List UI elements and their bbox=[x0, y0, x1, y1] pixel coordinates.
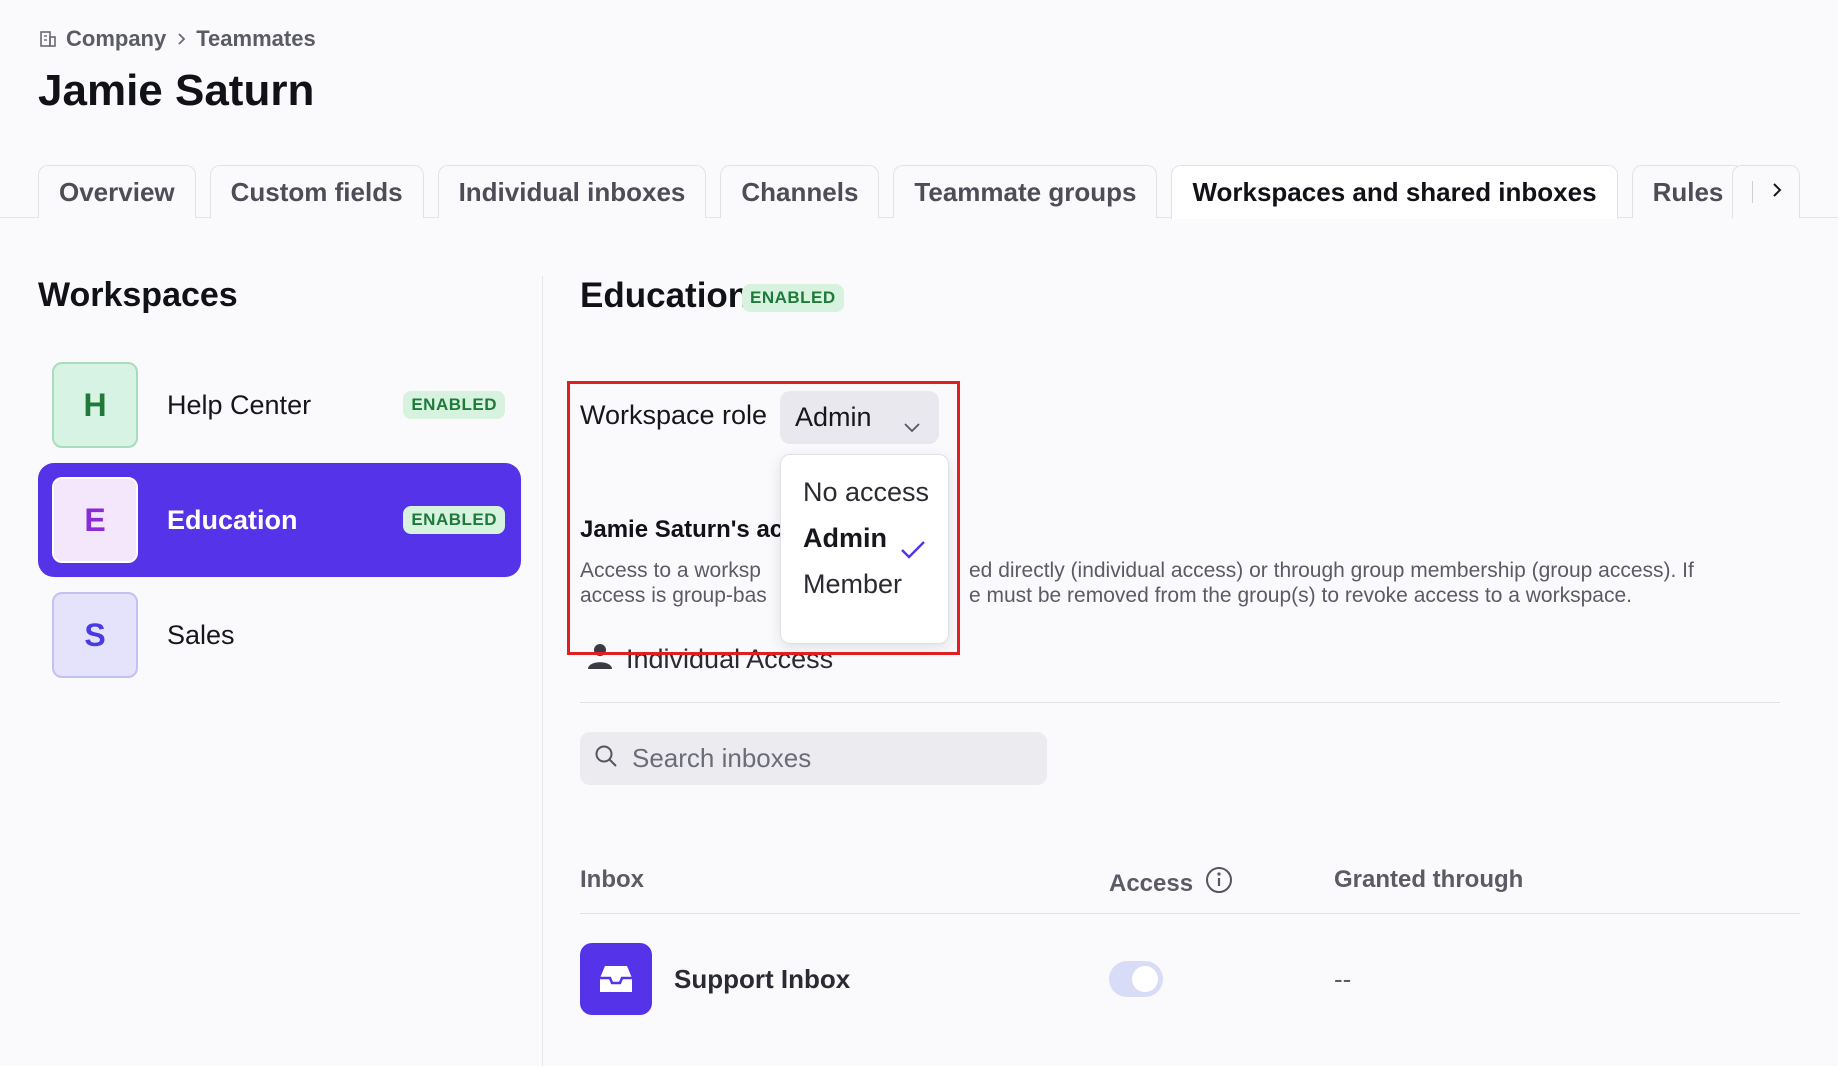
tab-overview[interactable]: Overview bbox=[38, 165, 196, 218]
workspace-avatar: S bbox=[52, 592, 138, 678]
highlight-box bbox=[567, 381, 960, 655]
workspace-item-sales[interactable]: S Sales bbox=[38, 578, 521, 692]
search-icon bbox=[594, 744, 618, 773]
page-title: Jamie Saturn bbox=[38, 66, 315, 115]
workspace-avatar: H bbox=[52, 362, 138, 448]
workspace-name: Help Center bbox=[167, 389, 312, 420]
tab-rules[interactable]: Rules bbox=[1631, 165, 1745, 218]
column-header-granted-label: Granted through bbox=[1334, 866, 1524, 893]
building-icon bbox=[38, 29, 58, 49]
column-header-access: Access bbox=[1109, 866, 1233, 901]
search-input[interactable] bbox=[632, 743, 1032, 774]
workspace-item-education[interactable]: E Education ENABLED bbox=[38, 463, 521, 577]
panel-divider bbox=[542, 276, 543, 1066]
tab-scroll-next-button[interactable] bbox=[1732, 165, 1800, 218]
tab-bar: Overview Custom fields Individual inboxe… bbox=[38, 165, 1745, 219]
column-header-access-label: Access bbox=[1109, 869, 1194, 897]
workspace-avatar: E bbox=[52, 477, 138, 563]
table-header-divider bbox=[580, 913, 1800, 914]
tab-teammate-groups[interactable]: Teammate groups bbox=[893, 165, 1158, 218]
chevron-right-icon bbox=[174, 32, 188, 46]
info-icon[interactable] bbox=[1205, 866, 1233, 901]
status-badge: ENABLED bbox=[742, 284, 844, 312]
access-desc-line1-end: ed directly (individual access) or throu… bbox=[969, 559, 1694, 582]
tab-workspaces-shared-inboxes[interactable]: Workspaces and shared inboxes bbox=[1171, 165, 1618, 219]
column-header-inbox: Inbox bbox=[580, 866, 644, 894]
breadcrumb-teammates[interactable]: Teammates bbox=[196, 26, 315, 52]
section-divider bbox=[580, 702, 1780, 703]
breadcrumb: Company Teammates bbox=[38, 26, 316, 52]
breadcrumb-company[interactable]: Company bbox=[66, 26, 166, 52]
tab-separator bbox=[1752, 181, 1753, 203]
inbox-icon bbox=[580, 943, 652, 1015]
tab-channels[interactable]: Channels bbox=[720, 165, 880, 218]
access-desc-line2-end: e must be removed from the group(s) to r… bbox=[969, 584, 1632, 607]
status-badge: ENABLED bbox=[403, 506, 505, 534]
workspace-item-help-center[interactable]: H Help Center ENABLED bbox=[38, 348, 521, 462]
workspace-name: Sales bbox=[167, 619, 235, 650]
tab-individual-inboxes[interactable]: Individual inboxes bbox=[437, 165, 707, 218]
chevron-right-icon bbox=[1769, 182, 1785, 203]
inbox-name: Support Inbox bbox=[674, 964, 851, 994]
workspace-name: Education bbox=[167, 504, 298, 535]
status-badge: ENABLED bbox=[403, 391, 505, 419]
toggle-knob bbox=[1132, 966, 1158, 992]
access-toggle[interactable] bbox=[1109, 961, 1163, 997]
granted-through-value: -- bbox=[1334, 964, 1352, 994]
column-header-inbox-label: Inbox bbox=[580, 866, 644, 893]
search-inboxes-field[interactable] bbox=[580, 732, 1047, 785]
workspaces-heading: Workspaces bbox=[38, 276, 238, 314]
workspace-detail-title: Education bbox=[580, 276, 750, 315]
column-header-granted: Granted through bbox=[1334, 866, 1523, 894]
tab-custom-fields[interactable]: Custom fields bbox=[209, 165, 424, 218]
